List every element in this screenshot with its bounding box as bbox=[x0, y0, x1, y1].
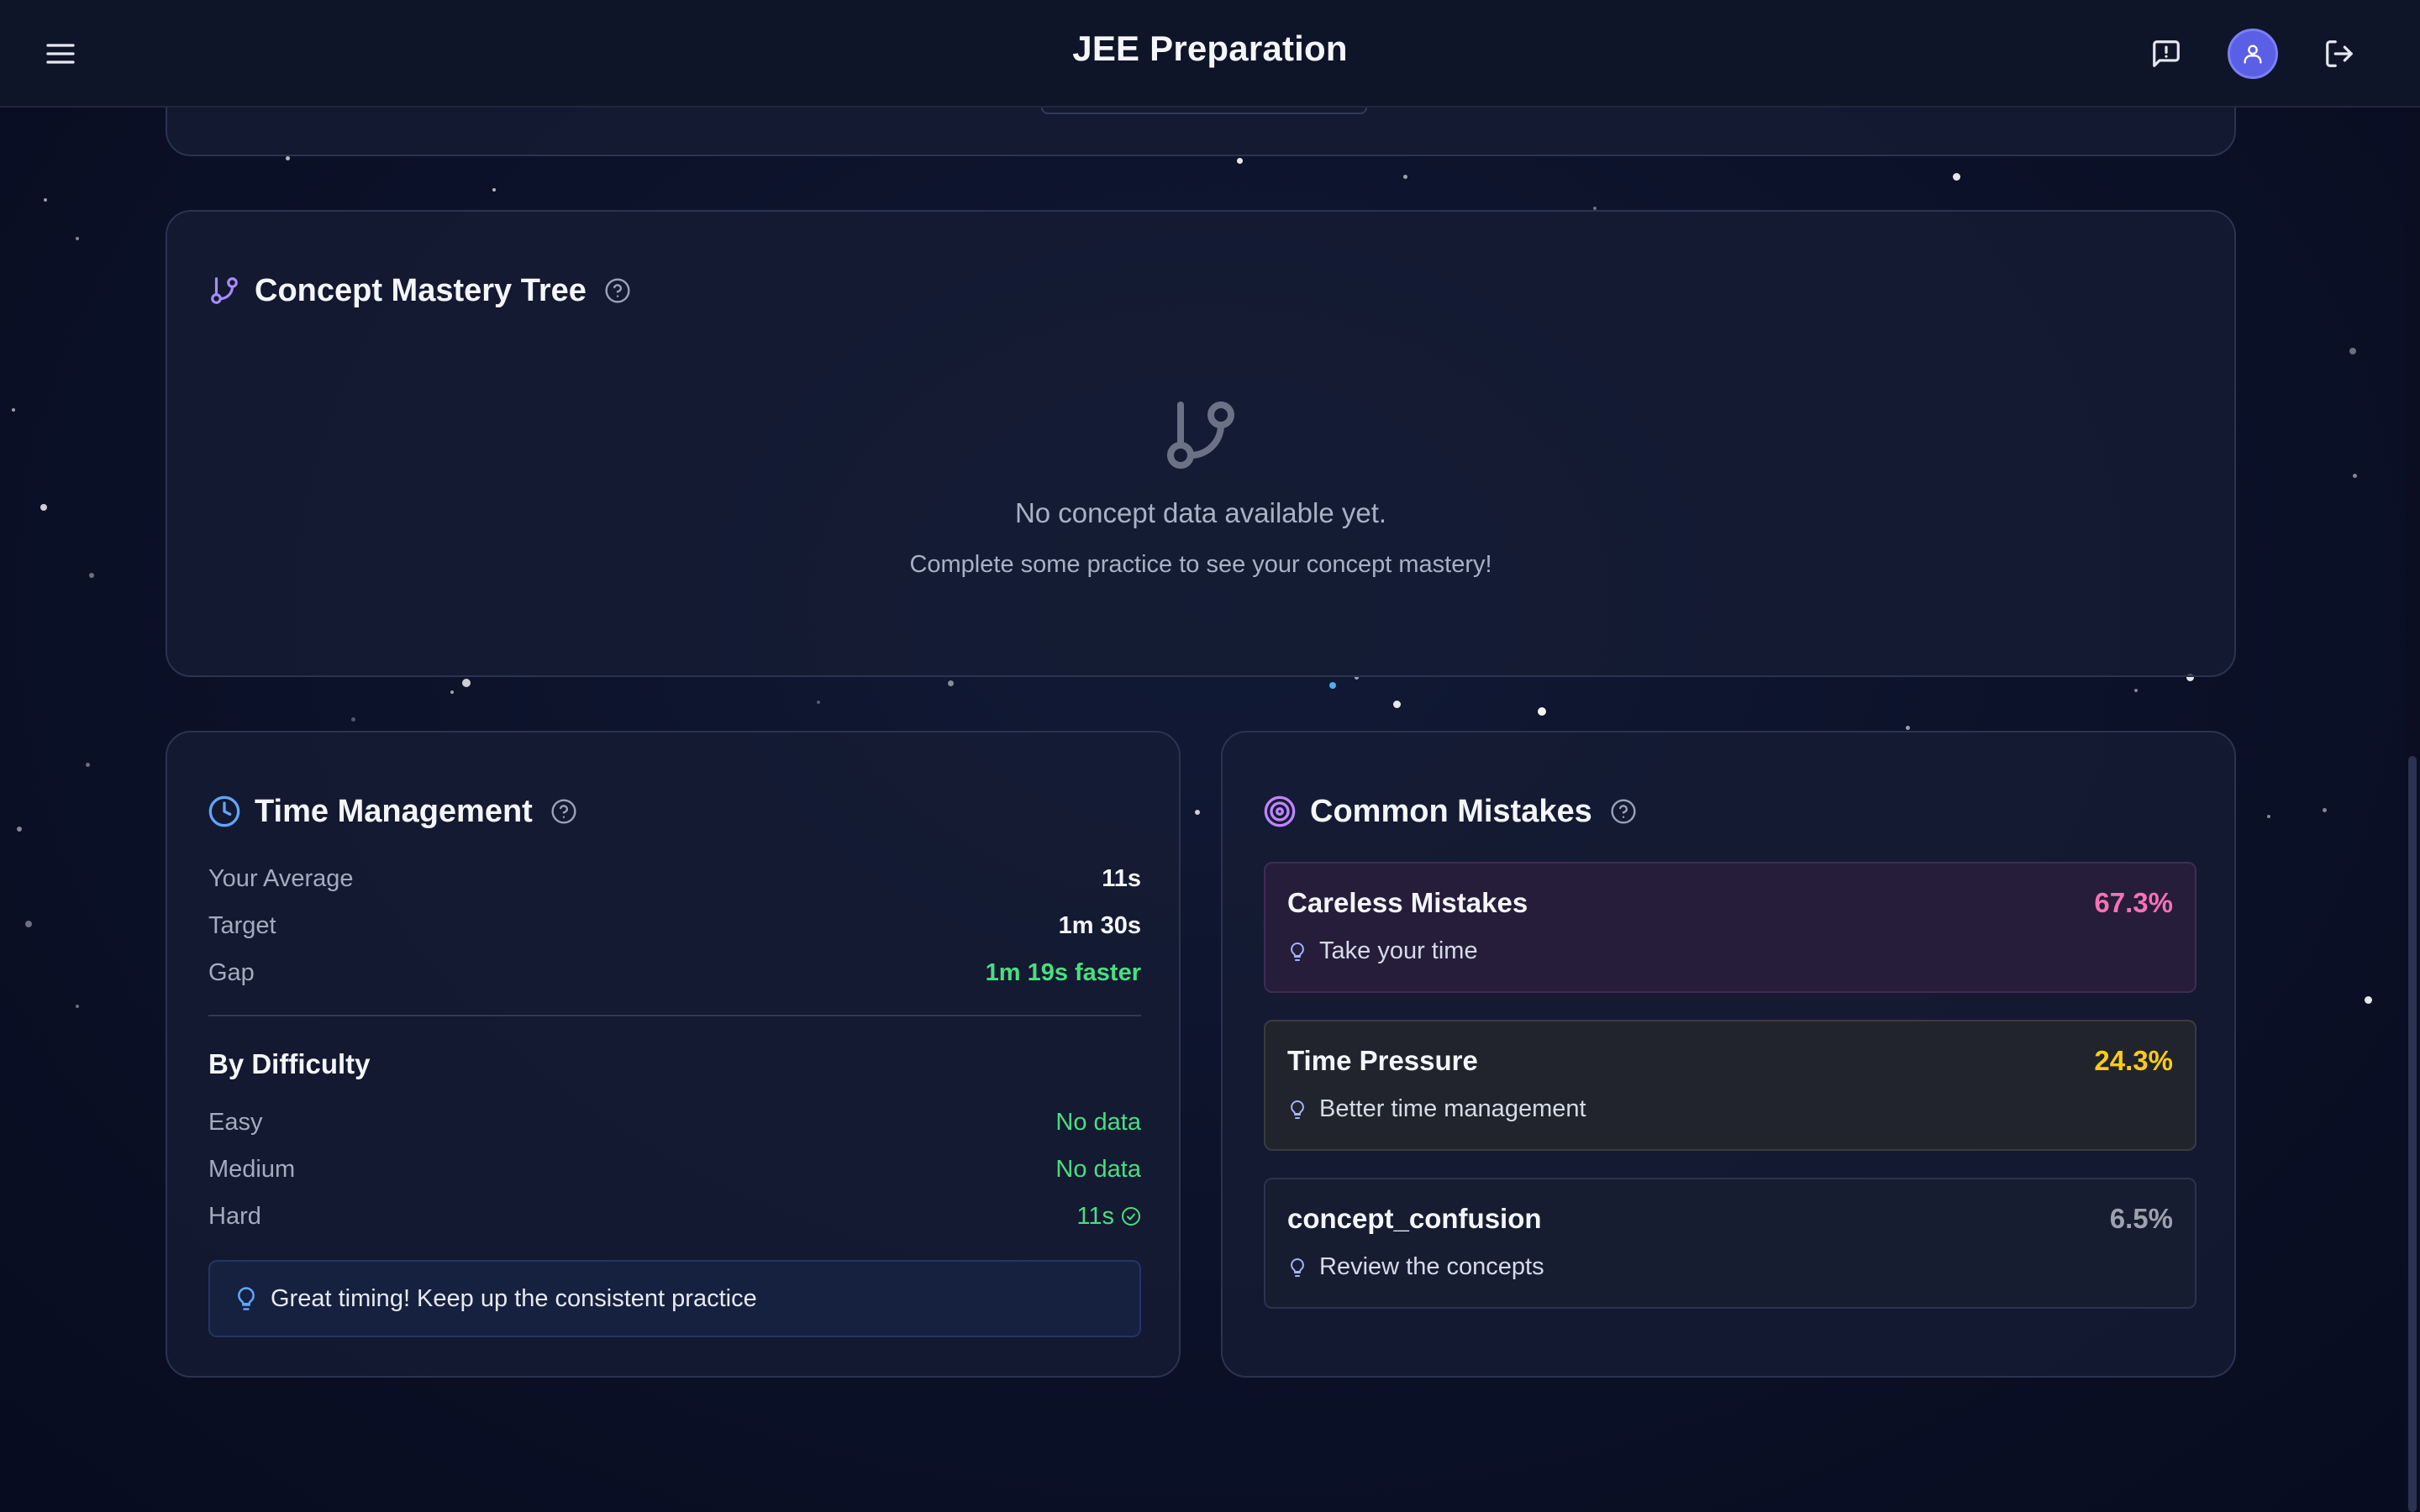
timing-tip-text: Great timing! Keep up the consistent pra… bbox=[271, 1284, 757, 1312]
help-circle-icon[interactable] bbox=[1609, 797, 1638, 826]
clock-icon bbox=[208, 795, 241, 828]
logout-button[interactable] bbox=[2321, 35, 2358, 72]
difficulty-value-group: 11s bbox=[1076, 1203, 1141, 1231]
stat-value: 1m 30s bbox=[1058, 911, 1141, 939]
app-page: Concept Mastery Tree No concept data ava… bbox=[0, 0, 2420, 1512]
stat-value: 1m 19s faster bbox=[985, 958, 1141, 986]
difficulty-label: Easy bbox=[208, 1108, 263, 1136]
top-navigation-bar: JEE Preparation bbox=[0, 0, 2420, 108]
mistake-name: concept_confusion bbox=[1287, 1203, 1542, 1234]
check-circle-icon bbox=[1121, 1206, 1141, 1226]
lightbulb-icon bbox=[1287, 1257, 1307, 1278]
difficulty-value: No data bbox=[1055, 1155, 1141, 1183]
stat-row-gap: Gap 1m 19s faster bbox=[208, 954, 1141, 991]
timing-tip-box: Great timing! Keep up the consistent pra… bbox=[208, 1260, 1141, 1337]
difficulty-label: Hard bbox=[208, 1202, 261, 1230]
common-mistakes-header: Common Mistakes bbox=[1263, 786, 1638, 837]
mistake-tip-text: Review the concepts bbox=[1319, 1253, 1544, 1280]
concept-mastery-card: Concept Mastery Tree No concept data ava… bbox=[166, 210, 2236, 677]
lightbulb-icon bbox=[234, 1286, 259, 1311]
app-title: JEE Preparation bbox=[1072, 29, 1348, 68]
mistake-name: Careless Mistakes bbox=[1287, 887, 1528, 918]
stat-label: Target bbox=[208, 911, 276, 939]
stat-value: 11s bbox=[1102, 864, 1141, 892]
target-icon bbox=[1263, 795, 1297, 828]
time-management-title: Time Management bbox=[255, 793, 533, 829]
mistake-percent: 6.5% bbox=[2109, 1203, 2173, 1234]
concept-mastery-title: Concept Mastery Tree bbox=[255, 272, 587, 308]
help-circle-icon[interactable] bbox=[550, 797, 578, 826]
mistake-name: Time Pressure bbox=[1287, 1045, 1478, 1076]
mistake-item-concept-confusion: concept_confusion 6.5% Review the concep… bbox=[1264, 1178, 2196, 1309]
lightbulb-icon bbox=[1287, 1100, 1307, 1120]
difficulty-label: Medium bbox=[208, 1155, 296, 1183]
user-icon bbox=[2241, 42, 2265, 66]
empty-state-title: No concept data available yet. bbox=[1014, 497, 1387, 528]
user-avatar-button[interactable] bbox=[2228, 29, 2278, 79]
scrollbar-thumb[interactable] bbox=[2408, 756, 2417, 1512]
mistake-tip: Review the concepts bbox=[1287, 1253, 1544, 1281]
git-branch-icon bbox=[208, 274, 241, 307]
log-out-icon bbox=[2323, 38, 2355, 70]
stat-row-average: Your Average 11s bbox=[208, 860, 1141, 897]
by-difficulty-title: By Difficulty bbox=[208, 1048, 371, 1079]
help-circle-icon[interactable] bbox=[603, 276, 632, 305]
mistake-tip-text: Take your time bbox=[1319, 937, 1478, 964]
mistake-tip: Better time management bbox=[1287, 1095, 1586, 1123]
difficulty-value: No data bbox=[1055, 1108, 1141, 1136]
stat-row-target: Target 1m 30s bbox=[208, 907, 1141, 944]
difficulty-row-hard: Hard 11s bbox=[208, 1198, 1141, 1235]
stat-label: Gap bbox=[208, 958, 255, 986]
mistake-tip-text: Better time management bbox=[1319, 1095, 1586, 1122]
lightbulb-icon bbox=[1287, 942, 1307, 962]
mistake-percent: 24.3% bbox=[2094, 1045, 2173, 1076]
git-branch-large-icon bbox=[1160, 395, 1241, 475]
mistake-tip: Take your time bbox=[1287, 937, 1478, 965]
mistake-item-time-pressure: Time Pressure 24.3% Better time manageme… bbox=[1264, 1020, 2196, 1151]
feedback-button[interactable] bbox=[2148, 35, 2185, 72]
concept-mastery-header: Concept Mastery Tree bbox=[208, 265, 632, 316]
divider bbox=[208, 1015, 1141, 1016]
stat-label: Your Average bbox=[208, 864, 354, 892]
difficulty-value: 11s bbox=[1076, 1202, 1114, 1230]
message-alert-icon bbox=[2150, 38, 2182, 70]
time-management-card: Time Management Your Average 11s Target … bbox=[166, 731, 1181, 1378]
difficulty-row-easy: Easy No data bbox=[208, 1104, 1141, 1141]
common-mistakes-card: Common Mistakes Careless Mistakes 67.3% bbox=[1221, 731, 2236, 1378]
difficulty-row-medium: Medium No data bbox=[208, 1151, 1141, 1188]
common-mistakes-title: Common Mistakes bbox=[1310, 793, 1592, 829]
empty-state-subtitle: Complete some practice to see your conce… bbox=[909, 551, 1492, 578]
mistake-item-careless: Careless Mistakes 67.3% Take your time bbox=[1264, 862, 2196, 993]
time-management-header: Time Management bbox=[208, 786, 578, 837]
mistake-percent: 67.3% bbox=[2094, 887, 2173, 918]
